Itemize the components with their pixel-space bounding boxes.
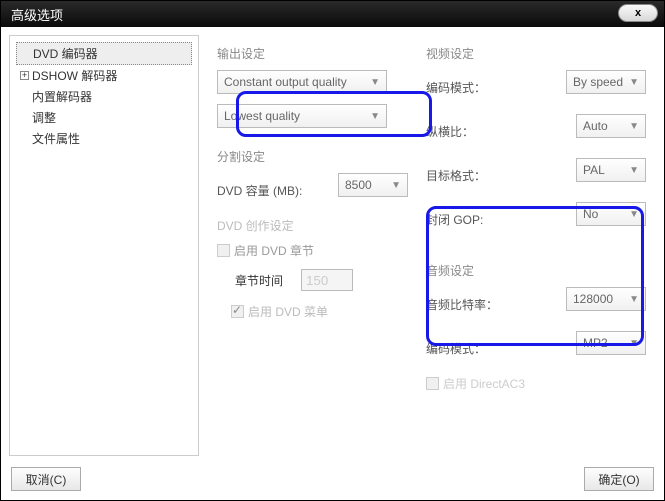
quality-mode-combo[interactable]: Constant output quality ▼ [217, 70, 387, 94]
combo-value: Lowest quality [224, 109, 300, 123]
enable-menu-row: 启用 DVD 菜单 [217, 303, 408, 320]
audio-mode-combo[interactable]: MP2 ▼ [576, 331, 646, 355]
combo-value: 128000 [573, 292, 613, 306]
chevron-down-icon: ▼ [629, 121, 639, 132]
aspect-combo[interactable]: Auto ▼ [576, 114, 646, 138]
sidebar-label: 内置解码器 [32, 88, 92, 105]
directac3-label: 启用 DirectAC3 [443, 375, 525, 392]
output-section-label: 输出设定 [217, 45, 408, 62]
sidebar-item-builtin-decoder[interactable]: 内置解码器 [16, 86, 192, 107]
combo-value: PAL [583, 163, 605, 177]
sidebar: DVD 编码器 + DSHOW 解码器 内置解码器 调整 文件属性 [9, 35, 199, 456]
enable-chapter-row[interactable]: 启用 DVD 章节 [217, 242, 408, 259]
sidebar-label: DSHOW 解码器 [32, 67, 117, 84]
sidebar-item-dshow-decoder[interactable]: + DSHOW 解码器 [16, 65, 192, 86]
bitrate-label: 音频比特率： [426, 296, 498, 313]
directac3-row: 启用 DirectAC3 [426, 375, 646, 392]
combo-value: MP2 [583, 336, 608, 350]
enable-chapter-label: 启用 DVD 章节 [234, 242, 314, 259]
chapter-time-label: 章节时间 [235, 272, 283, 289]
checkbox-icon [217, 244, 230, 257]
combo-value: No [583, 207, 598, 221]
gop-combo[interactable]: No ▼ [576, 202, 646, 226]
format-label: 目标格式： [426, 167, 486, 184]
main-panel: 输出设定 Constant output quality ▼ Lowest qu… [207, 35, 656, 456]
video-encode-mode-combo[interactable]: By speed ▼ [566, 70, 646, 94]
chevron-down-icon: ▼ [370, 111, 380, 122]
video-section-label: 视频设定 [426, 45, 646, 62]
sidebar-label: DVD 编码器 [33, 45, 98, 62]
cancel-button[interactable]: 取消(C) [11, 467, 81, 491]
capacity-label: DVD 容量 (MB): [217, 182, 302, 199]
bitrate-combo[interactable]: 128000 ▼ [566, 287, 646, 311]
aspect-label: 纵横比： [426, 123, 474, 140]
audio-section-label: 音频设定 [426, 262, 646, 279]
footer: 取消(C) 确定(O) [1, 464, 664, 500]
sidebar-item-dvd-encoder[interactable]: DVD 编码器 [16, 42, 192, 65]
gop-label: 封闭 GOP: [426, 211, 483, 228]
chevron-down-icon: ▼ [629, 165, 639, 176]
authoring-section-label: DVD 创作设定 [217, 217, 408, 234]
combo-value: Constant output quality [224, 75, 347, 89]
expand-icon[interactable]: + [20, 71, 29, 80]
button-label: 确定(O) [598, 471, 639, 488]
close-icon: x [635, 7, 641, 19]
capacity-combo[interactable]: 8500 ▼ [338, 173, 408, 197]
audio-mode-label: 编码模式： [426, 340, 486, 357]
combo-value: Auto [583, 119, 608, 133]
combo-value: 8500 [345, 178, 372, 192]
chevron-down-icon: ▼ [629, 338, 639, 349]
combo-value: By speed [573, 75, 623, 89]
titlebar: 高级选项 x [1, 1, 664, 27]
chevron-down-icon: ▼ [629, 209, 639, 220]
encode-mode-label: 编码模式： [426, 79, 486, 96]
quality-level-combo[interactable]: Lowest quality ▼ [217, 104, 387, 128]
sidebar-label: 调整 [32, 109, 56, 126]
enable-menu-label: 启用 DVD 菜单 [248, 303, 328, 320]
ok-button[interactable]: 确定(O) [584, 467, 654, 491]
format-combo[interactable]: PAL ▼ [576, 158, 646, 182]
checkbox-icon [426, 377, 439, 390]
sidebar-item-file-props[interactable]: 文件属性 [16, 128, 192, 149]
checkbox-icon [231, 305, 244, 318]
chevron-down-icon: ▼ [370, 77, 380, 88]
sidebar-item-adjust[interactable]: 调整 [16, 107, 192, 128]
chevron-down-icon: ▼ [629, 77, 639, 88]
split-section-label: 分割设定 [217, 148, 408, 165]
close-button[interactable]: x [618, 4, 658, 22]
sidebar-label: 文件属性 [32, 130, 80, 147]
chevron-down-icon: ▼ [629, 294, 639, 305]
button-label: 取消(C) [26, 471, 67, 488]
chevron-down-icon: ▼ [391, 180, 401, 191]
window-title: 高级选项 [11, 5, 63, 24]
chapter-time-input [301, 269, 353, 291]
